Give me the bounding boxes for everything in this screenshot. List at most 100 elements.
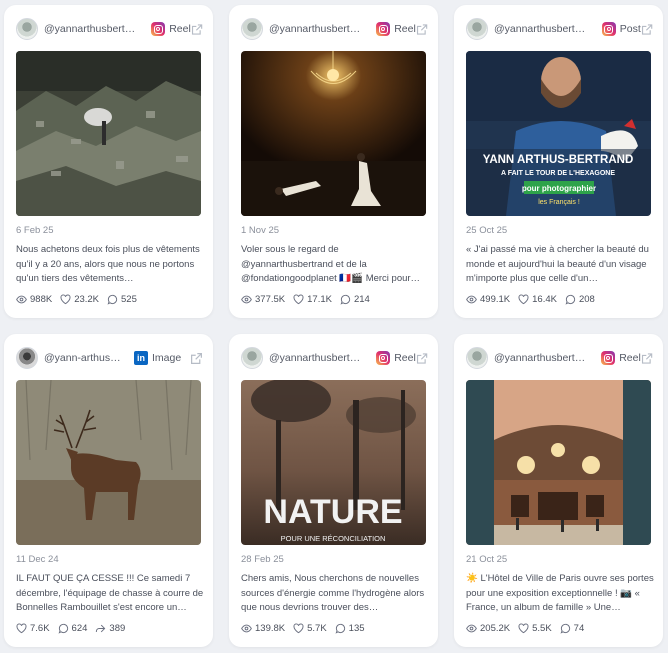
post-date: 28 Feb 25 (241, 554, 284, 565)
post-type-label: Image (152, 352, 182, 364)
instagram-icon (376, 351, 391, 365)
post-card[interactable]: @yannarthusbert… Reel (229, 5, 438, 318)
comments-stat: 624 (58, 623, 88, 634)
comments-stat: 208 (565, 294, 595, 305)
eye-icon (466, 295, 477, 304)
likes-stat: 5.5K (518, 623, 552, 634)
post-date: 11 Dec 24 (16, 554, 59, 565)
eye-icon (241, 624, 252, 633)
post-thumbnail[interactable]: NATURE POUR UNE RÉCONCILIATION (241, 380, 426, 545)
eye-icon (16, 295, 27, 304)
likes-count: 16.4K (532, 294, 557, 305)
card-header: @yann-arthus… in Image (16, 346, 203, 370)
shares-count: 389 (109, 623, 126, 634)
post-card[interactable]: @yannarthusbert… Reel (454, 334, 663, 647)
posts-grid: @yannarthusbert… Reel 6 Feb 25 Nous ache… (4, 5, 663, 647)
linkedin-icon: in (134, 351, 148, 365)
comments-count: 214 (353, 294, 370, 305)
external-link-icon[interactable] (416, 352, 428, 365)
comment-icon (58, 623, 68, 634)
avatar[interactable] (16, 347, 38, 369)
post-date: 25 Oct 25 (466, 225, 508, 236)
post-thumbnail[interactable] (241, 51, 426, 216)
post-type-label: Reel (394, 352, 416, 364)
external-link-icon[interactable] (641, 352, 653, 365)
shares-stat: 389 (95, 623, 125, 634)
card-header: @yannarthusbert… Post (466, 17, 653, 41)
comments-stat: 74 (560, 623, 585, 634)
account-handle[interactable]: @yannarthusbert… (269, 352, 370, 364)
comments-count: 208 (578, 294, 595, 305)
external-link-icon[interactable] (416, 23, 428, 36)
overlay-name: YANN ARTHUS-BERTRAND (483, 154, 634, 166)
post-date: 6 Feb 25 (16, 225, 54, 236)
heart-icon (16, 623, 27, 634)
external-link-icon[interactable] (641, 23, 653, 36)
heart-icon (60, 294, 71, 305)
comments-count: 624 (71, 623, 88, 634)
overlay-line4: les Français ! (538, 199, 580, 206)
post-stats: 139.8K 5.7K 135 (241, 623, 373, 634)
card-header: @yannarthusbert… Reel (16, 17, 203, 41)
comments-count: 74 (573, 623, 585, 634)
post-card[interactable]: @yannarthusbert… Reel (4, 5, 213, 318)
avatar[interactable] (16, 18, 38, 40)
instagram-icon (376, 22, 391, 36)
views-count: 988K (30, 294, 53, 305)
post-stats: 7.6K 624 389 (16, 623, 133, 634)
avatar[interactable] (241, 18, 263, 40)
post-type-label: Reel (619, 352, 641, 364)
avatar[interactable] (466, 18, 488, 40)
post-caption: ☀️ L'Hôtel de Ville de Paris ouvre ses p… (466, 573, 654, 613)
account-handle[interactable]: @yann-arthus… (44, 352, 128, 364)
overlay-subtitle: POUR UNE RÉCONCILIATION (281, 534, 386, 543)
post-stats: 988K 23.2K 525 (16, 294, 145, 305)
likes-stat: 16.4K (518, 294, 557, 305)
post-thumbnail[interactable]: YANN ARTHUS-BERTRAND A FAIT LE TOUR DE L… (466, 51, 651, 216)
comment-icon (107, 294, 118, 305)
post-caption: IL FAUT QUE ÇA CESSE !!! Ce samedi 7 déc… (16, 573, 204, 613)
heart-icon (293, 623, 304, 634)
post-type-label: Reel (394, 23, 416, 35)
external-link-icon[interactable] (190, 352, 203, 365)
post-type-label: Reel (169, 23, 191, 35)
post-stats: 205.2K 5.5K 74 (466, 623, 592, 634)
comment-icon (340, 294, 351, 305)
post-thumbnail[interactable] (16, 51, 201, 216)
post-card[interactable]: @yannarthusbert… Reel NATURE POUR UNE RÉ (229, 334, 438, 647)
comments-stat: 135 (335, 623, 365, 634)
views-count: 377.5K (255, 294, 286, 305)
views-stat: 205.2K (466, 623, 510, 634)
views-stat: 988K (16, 294, 52, 305)
likes-stat: 5.7K (293, 623, 327, 634)
post-caption: Chers amis, Nous cherchons de nouvelles … (241, 573, 425, 613)
heart-icon (293, 294, 304, 305)
likes-count: 17.1K (307, 294, 332, 305)
account-handle[interactable]: @yannarthusbert… (494, 23, 596, 35)
post-stats: 377.5K 17.1K 214 (241, 294, 378, 305)
avatar[interactable] (466, 347, 488, 369)
post-card[interactable]: @yann-arthus… in Image 11 Dec 24 IL FAUT… (4, 334, 213, 647)
post-card[interactable]: @yannarthusbert… Post YANN ARTHUS-BERTRA… (454, 5, 663, 318)
post-date: 21 Oct 25 (466, 554, 508, 565)
instagram-icon (601, 22, 616, 36)
avatar[interactable] (241, 347, 263, 369)
card-header: @yannarthusbert… Reel (466, 346, 653, 370)
external-link-icon[interactable] (191, 23, 203, 36)
comments-count: 135 (348, 623, 365, 634)
overlay-line2: A FAIT LE TOUR DE L'HEXAGONE (501, 170, 615, 177)
overlay-highlight: pour photographier (522, 184, 596, 193)
comments-count: 525 (121, 294, 137, 305)
post-caption: Nous achetons deux fois plus de vêtement… (16, 244, 200, 284)
comment-icon (335, 623, 345, 634)
post-thumbnail[interactable] (466, 380, 651, 545)
share-icon (96, 624, 106, 633)
account-handle[interactable]: @yannarthusbert… (494, 352, 595, 364)
account-handle[interactable]: @yannarthusbert… (44, 23, 145, 35)
views-count: 139.8K (255, 623, 286, 634)
comment-icon (565, 294, 576, 305)
post-thumbnail[interactable] (16, 380, 201, 545)
likes-count: 7.6K (30, 623, 50, 634)
account-handle[interactable]: @yannarthusbert… (269, 23, 370, 35)
card-header: @yannarthusbert… Reel (241, 346, 428, 370)
